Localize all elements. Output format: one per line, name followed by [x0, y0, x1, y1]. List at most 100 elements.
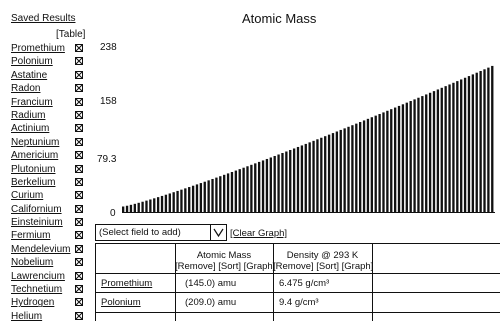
chart-bar: [421, 96, 424, 212]
row-element-link[interactable]: Polonium: [101, 297, 141, 308]
clear-graph-link[interactable]: [Clear Graph]: [230, 228, 287, 239]
element-link[interactable]: Technetium: [11, 283, 62, 296]
chart-bar: [137, 202, 140, 212]
remove-checkbox-icon[interactable]: [75, 231, 83, 240]
column-header-density: Density @ 293 K [Remove] [Sort] [Graph]: [273, 250, 373, 272]
chart-bar: [156, 197, 160, 212]
remove-checkbox-icon[interactable]: [75, 97, 83, 106]
remove-checkbox-icon[interactable]: [75, 271, 83, 280]
chart-bar: [246, 166, 249, 212]
chart-bar: [397, 105, 401, 212]
element-list-item: Astatine: [11, 69, 89, 82]
remove-checkbox-icon[interactable]: [75, 70, 83, 79]
chart-bar: [230, 171, 234, 212]
element-link[interactable]: Radium: [11, 109, 45, 122]
field-select[interactable]: (Select field to add): [95, 224, 227, 241]
remove-checkbox-icon[interactable]: [75, 258, 83, 267]
chart-plot: [122, 65, 495, 213]
chart-bar: [405, 102, 408, 212]
chart-bar: [254, 163, 257, 212]
element-link[interactable]: Nobelium: [11, 256, 53, 269]
chart-bar: [324, 136, 327, 212]
element-link[interactable]: Americium: [11, 149, 58, 162]
chart-bar: [168, 193, 171, 212]
element-link[interactable]: Curium: [11, 189, 43, 202]
element-link[interactable]: Californium: [11, 203, 62, 216]
chart-bar: [238, 169, 241, 212]
element-link[interactable]: Radon: [11, 82, 40, 95]
chart-bar: [343, 128, 346, 212]
chart-bar: [428, 92, 432, 212]
chart-bar: [355, 123, 358, 212]
remove-checkbox-icon[interactable]: [75, 124, 83, 133]
element-link[interactable]: Francium: [11, 96, 53, 109]
remove-checkbox-icon[interactable]: [75, 204, 83, 213]
element-link[interactable]: Neptunium: [11, 136, 59, 149]
remove-checkbox-icon[interactable]: [75, 110, 83, 119]
column-actions[interactable]: [Remove] [Sort] [Graph]: [175, 261, 275, 272]
chart-bar: [491, 65, 494, 212]
chart-bar: [362, 120, 366, 212]
column-header-atomic-mass: Atomic Mass [Remove] [Sort] [Graph]: [175, 250, 275, 272]
chart-bar: [320, 137, 323, 212]
chart-bar: [401, 104, 405, 212]
chart-bar: [207, 180, 210, 212]
chart-bar: [257, 161, 261, 212]
element-link[interactable]: Hydrogen: [11, 296, 54, 309]
remove-checkbox-icon[interactable]: [75, 44, 83, 52]
chart-bar: [479, 71, 482, 212]
element-link[interactable]: Helium: [11, 310, 42, 323]
chevron-down-icon[interactable]: [210, 225, 226, 240]
element-link[interactable]: Lawrencium: [11, 270, 65, 283]
column-title: Density @ 293 K: [286, 250, 359, 261]
remove-checkbox-icon[interactable]: [75, 244, 83, 253]
element-list-item: Einsteinium: [11, 216, 89, 229]
remove-checkbox-icon[interactable]: [75, 191, 83, 200]
remove-checkbox-icon[interactable]: [75, 218, 83, 227]
chart-bar: [436, 89, 440, 212]
row-density: 9.4 g/cm³: [279, 297, 319, 308]
element-link[interactable]: Polonium: [11, 55, 53, 68]
remove-checkbox-icon[interactable]: [75, 177, 83, 186]
chart-bar: [215, 177, 218, 212]
remove-checkbox-icon[interactable]: [75, 57, 83, 66]
element-list-item: Neptunium: [11, 136, 89, 149]
chart-bar: [487, 67, 490, 213]
remove-checkbox-icon[interactable]: [75, 285, 83, 294]
chart-controls: (Select field to add) [Clear Graph]: [95, 224, 500, 244]
remove-checkbox-icon[interactable]: [75, 137, 83, 146]
element-link[interactable]: Berkelium: [11, 176, 55, 189]
chart-bar: [195, 184, 199, 212]
chart-bar: [281, 153, 284, 212]
remove-checkbox-icon[interactable]: [75, 298, 83, 307]
chart-bar: [292, 148, 296, 212]
chart-bar: [425, 94, 428, 212]
chart-bar: [188, 187, 191, 212]
element-link[interactable]: Promethium: [11, 42, 65, 55]
element-link[interactable]: Actinium: [11, 122, 49, 135]
element-list-item: Nobelium: [11, 256, 89, 269]
table-link[interactable]: [Table]: [56, 29, 85, 40]
element-list-item: Promethium: [11, 42, 89, 55]
remove-checkbox-icon[interactable]: [75, 311, 83, 320]
chart-bar: [199, 183, 203, 212]
saved-results-title[interactable]: Saved Results: [11, 13, 75, 24]
element-link[interactable]: Fermium: [11, 229, 50, 242]
remove-checkbox-icon[interactable]: [75, 151, 83, 160]
element-list-item: Americium: [11, 149, 89, 162]
row-element-link[interactable]: Promethium: [101, 278, 152, 289]
chart-bar: [277, 154, 280, 212]
element-link[interactable]: Astatine: [11, 69, 47, 82]
remove-checkbox-icon[interactable]: [75, 164, 83, 173]
remove-checkbox-icon[interactable]: [75, 84, 83, 93]
element-link[interactable]: Einsteinium: [11, 216, 63, 229]
chart-bar: [296, 146, 300, 212]
chart-bar: [471, 74, 475, 212]
element-link[interactable]: Plutonium: [11, 163, 55, 176]
chart-bar: [269, 157, 272, 212]
chart-bar: [316, 139, 319, 212]
chart-bar: [149, 199, 152, 212]
element-link[interactable]: Mendelevium: [11, 243, 70, 256]
column-actions[interactable]: [Remove] [Sort] [Graph]: [273, 261, 373, 272]
chart-bar: [153, 198, 156, 212]
